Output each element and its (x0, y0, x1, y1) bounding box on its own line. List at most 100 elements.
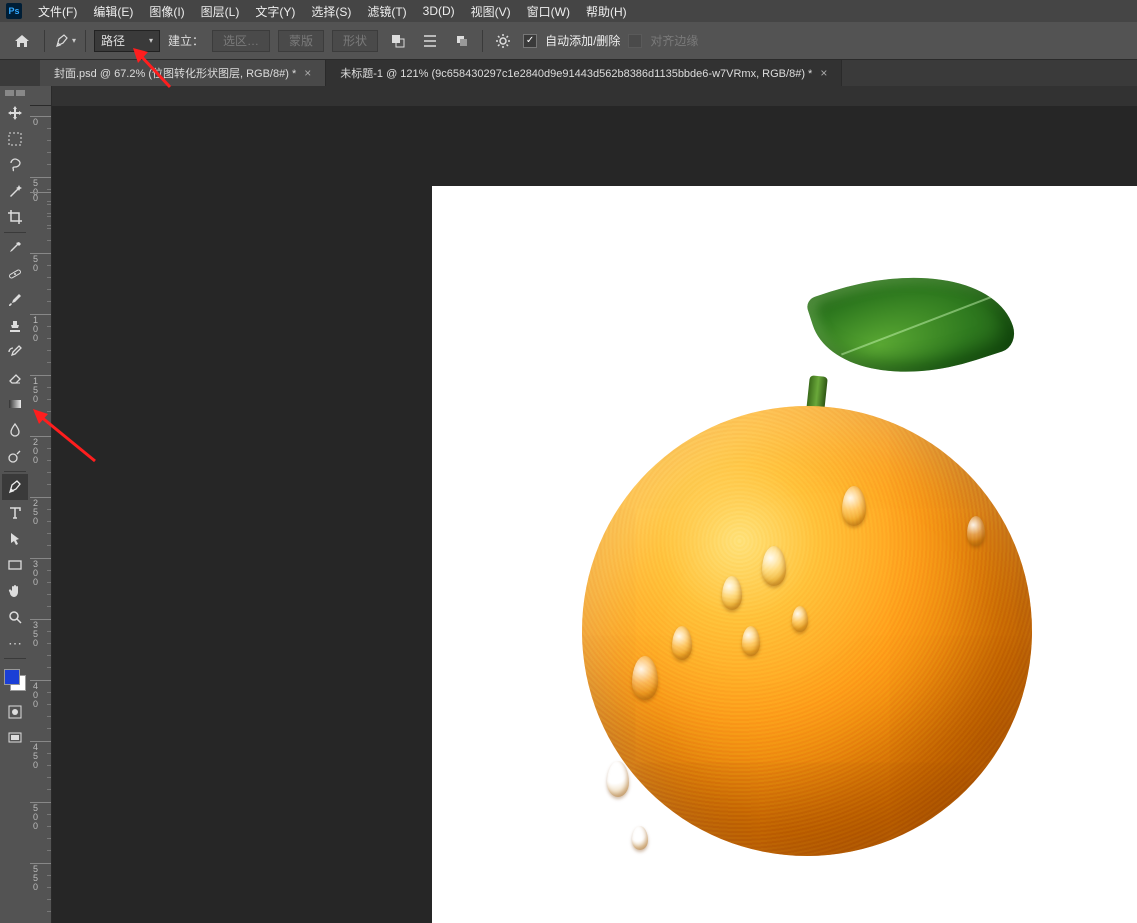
water-drop (632, 826, 648, 850)
auto-add-delete-checkbox[interactable]: ✓ (523, 34, 537, 48)
separator (4, 232, 26, 233)
caret-icon: ▾ (72, 36, 76, 45)
pen-icon (7, 479, 23, 495)
menu-select[interactable]: 选择(S) (303, 3, 359, 20)
menu-help[interactable]: 帮助(H) (578, 3, 635, 20)
separator (4, 658, 26, 659)
divider (44, 30, 45, 52)
document-tab[interactable]: 封面.psd @ 67.2% (位图转化形状图层, RGB/8#) * × (40, 60, 326, 86)
path-arrangement-button[interactable] (450, 30, 474, 52)
menu-layer[interactable]: 图层(L) (193, 3, 248, 20)
chevron-down-icon: ▾ (149, 36, 153, 45)
separator (4, 471, 26, 472)
zoom-tool[interactable] (2, 604, 28, 630)
build-label: 建立： (168, 32, 204, 49)
dodge-tool[interactable] (2, 443, 28, 469)
canvas-viewport[interactable] (52, 106, 1137, 923)
gear-button[interactable] (491, 30, 515, 52)
align-icon (422, 33, 438, 49)
shapes-overlap-icon (390, 33, 406, 49)
menu-3d[interactable]: 3D(D) (415, 4, 463, 18)
gradient-tool[interactable] (2, 391, 28, 417)
vertical-ruler[interactable]: 05 005 01 0 01 5 02 0 02 5 03 0 03 5 04 … (30, 106, 52, 923)
toolbox-grip-icon[interactable] (5, 90, 25, 96)
path-alignment-button[interactable] (418, 30, 442, 52)
crop-tool[interactable] (2, 204, 28, 230)
menu-view[interactable]: 视图(V) (463, 3, 519, 20)
close-icon[interactable]: × (304, 66, 311, 80)
options-bar: ▾ 路径 ▾ 建立： 选区… 蒙版 形状 ✓ 自动添加/删除 对齐边缘 (0, 22, 1137, 60)
healing-brush-tool[interactable] (2, 261, 28, 287)
water-drop (607, 761, 629, 797)
rectangle-tool[interactable] (2, 552, 28, 578)
menu-image[interactable]: 图像(I) (141, 3, 192, 20)
home-button[interactable] (8, 29, 36, 53)
hand-tool[interactable] (2, 578, 28, 604)
eraser-tool[interactable] (2, 365, 28, 391)
quick-mask-button[interactable] (2, 699, 28, 725)
auto-add-delete-label: 自动添加/删除 (545, 32, 620, 49)
menu-bar: Ps 文件(F) 编辑(E) 图像(I) 图层(L) 文字(Y) 选择(S) 滤… (0, 0, 1137, 22)
menu-edit[interactable]: 编辑(E) (85, 3, 141, 20)
history-brush-tool[interactable] (2, 339, 28, 365)
dodge-icon (7, 448, 23, 464)
lasso-tool[interactable] (2, 152, 28, 178)
wand-icon (7, 183, 23, 199)
path-selection-tool[interactable] (2, 526, 28, 552)
pen-tool[interactable] (2, 474, 28, 500)
water-drop (672, 626, 692, 660)
orange-image (582, 406, 1032, 856)
menu-window[interactable]: 窗口(W) (519, 3, 578, 20)
brush-tool[interactable] (2, 287, 28, 313)
water-drop (842, 486, 866, 526)
water-drop (762, 546, 786, 586)
document-tab-bar: 封面.psd @ 67.2% (位图转化形状图层, RGB/8#) * × 未标… (0, 60, 1137, 86)
ruler-origin[interactable] (30, 86, 52, 106)
color-swatches[interactable] (2, 667, 28, 699)
water-drop (722, 576, 742, 610)
quickmask-icon (7, 704, 23, 720)
marquee-icon (7, 131, 23, 147)
marquee-tool[interactable] (2, 126, 28, 152)
close-icon[interactable]: × (820, 66, 827, 80)
stamp-icon (7, 318, 23, 334)
make-shape-button[interactable]: 形状 (332, 30, 378, 52)
tab-title: 未标题-1 @ 121% (9c658430297c1e2840d9e91443… (340, 65, 812, 81)
screen-icon (7, 730, 23, 746)
pen-icon (54, 33, 70, 49)
tool-mode-dropdown[interactable]: 路径 ▾ (94, 30, 160, 52)
document-tab[interactable]: 未标题-1 @ 121% (9c658430297c1e2840d9e91443… (326, 60, 842, 86)
eyedropper-icon (7, 240, 23, 256)
move-icon (7, 105, 23, 121)
make-selection-button[interactable]: 选区… (212, 30, 270, 52)
align-edges-label: 对齐边缘 (650, 32, 698, 49)
magic-wand-tool[interactable] (2, 178, 28, 204)
ps-logo-icon: Ps (6, 3, 22, 19)
foreground-color[interactable] (4, 669, 20, 685)
blur-tool[interactable] (2, 417, 28, 443)
move-tool[interactable] (2, 100, 28, 126)
path-operations-button[interactable] (386, 30, 410, 52)
type-tool[interactable] (2, 500, 28, 526)
edit-toolbar-button[interactable]: ⋯ (2, 630, 28, 656)
home-icon (14, 34, 30, 48)
toolbox: ⋯ (0, 86, 30, 923)
brush-icon (7, 292, 23, 308)
document-area: 3002502001501005005010015020025030035040… (30, 86, 1137, 923)
water-drop (742, 626, 760, 656)
clone-stamp-tool[interactable] (2, 313, 28, 339)
workspace: ⋯ 30025020015010050050100150200250300350… (0, 86, 1137, 923)
current-tool-icon[interactable]: ▾ (53, 31, 77, 51)
menu-type[interactable]: 文字(Y) (247, 3, 303, 20)
tab-title: 封面.psd @ 67.2% (位图转化形状图层, RGB/8#) * (54, 65, 296, 81)
rect-icon (7, 557, 23, 573)
menu-filter[interactable]: 滤镜(T) (359, 3, 414, 20)
make-mask-button[interactable]: 蒙版 (278, 30, 324, 52)
align-edges-checkbox[interactable] (628, 34, 642, 48)
menu-file[interactable]: 文件(F) (30, 3, 85, 20)
canvas[interactable] (432, 186, 1137, 923)
screen-mode-button[interactable] (2, 725, 28, 751)
water-drop (792, 606, 808, 632)
lasso-icon (7, 157, 23, 173)
eyedropper-tool[interactable] (2, 235, 28, 261)
